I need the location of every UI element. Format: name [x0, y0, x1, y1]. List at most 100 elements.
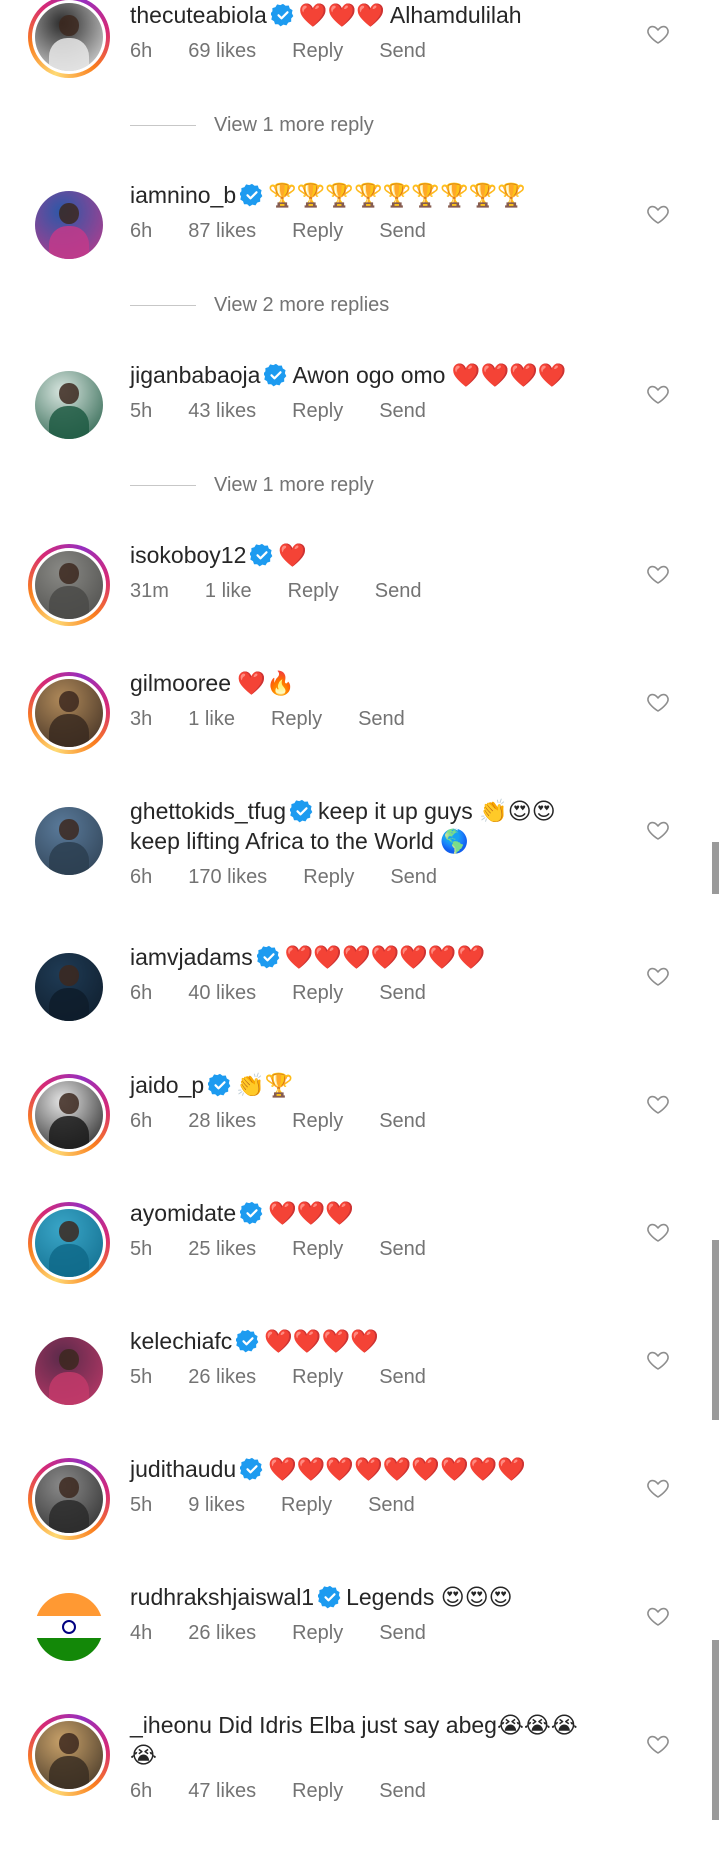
verified-badge-icon	[270, 3, 295, 27]
likes-count[interactable]: 26 likes	[188, 1366, 256, 1389]
likes-count[interactable]: 9 likes	[188, 1494, 245, 1517]
like-heart-icon[interactable]	[646, 22, 670, 46]
likes-count[interactable]: 28 likes	[188, 1110, 256, 1133]
send-button[interactable]: Send	[368, 1494, 415, 1517]
scrollbar-thumb[interactable]	[712, 1240, 719, 1420]
view-more-replies-button[interactable]: View 2 more replies	[130, 294, 389, 317]
reply-button[interactable]: Reply	[288, 580, 339, 603]
username-link[interactable]: _iheonu	[130, 1712, 212, 1738]
view-more-replies-label: View 2 more replies	[214, 294, 390, 316]
avatar[interactable]	[28, 1714, 110, 1796]
username-link[interactable]: iamvjadams	[130, 944, 253, 970]
reply-button[interactable]: Reply	[292, 40, 343, 63]
comment-time: 31m	[130, 580, 169, 602]
likes-count[interactable]: 69 likes	[188, 40, 256, 63]
username-link[interactable]: gilmooree	[130, 670, 231, 696]
verified-badge-icon	[239, 1201, 264, 1225]
username-link[interactable]: rudhrakshjaiswal1	[130, 1584, 314, 1610]
like-heart-icon[interactable]	[646, 202, 670, 226]
reply-button[interactable]: Reply	[292, 1622, 343, 1645]
send-button[interactable]: Send	[379, 1366, 426, 1389]
comment-row: ghettokids_tfug keep it up guys 👏😍😍 keep l…	[0, 796, 720, 956]
likes-count[interactable]: 25 likes	[188, 1238, 256, 1261]
comment-text: keep it up guys 👏😍😍	[318, 798, 556, 824]
like-heart-icon[interactable]	[646, 562, 670, 586]
username-link[interactable]: jaido_p	[130, 1072, 204, 1098]
like-heart-icon[interactable]	[646, 1348, 670, 1372]
like-heart-icon[interactable]	[646, 382, 670, 406]
username-link[interactable]: isokoboy12	[130, 542, 246, 568]
reply-button[interactable]: Reply	[281, 1494, 332, 1517]
send-button[interactable]: Send	[379, 1780, 426, 1803]
avatar[interactable]	[28, 672, 110, 754]
reply-button[interactable]: Reply	[303, 866, 354, 889]
comment-meta: 6h 40 likes Reply Send	[130, 982, 610, 1005]
send-button[interactable]: Send	[379, 1238, 426, 1261]
likes-count[interactable]: 170 likes	[188, 866, 267, 889]
like-heart-icon[interactable]	[646, 1732, 670, 1756]
like-heart-icon[interactable]	[646, 690, 670, 714]
comment-meta: 4h 26 likes Reply Send	[130, 1622, 610, 1645]
like-heart-icon[interactable]	[646, 1220, 670, 1244]
likes-count[interactable]: 26 likes	[188, 1622, 256, 1645]
comment-time: 5h	[130, 1494, 153, 1516]
username-link[interactable]: kelechiafc	[130, 1328, 232, 1354]
avatar[interactable]	[28, 0, 110, 78]
username-link[interactable]: thecuteabiola	[130, 2, 267, 28]
comment-time: 5h	[130, 1366, 153, 1388]
comment-time: 6h	[130, 1110, 153, 1132]
avatar[interactable]	[28, 1074, 110, 1156]
likes-count[interactable]: 1 like	[188, 708, 235, 731]
reply-button[interactable]: Reply	[292, 400, 343, 423]
comment-time: 5h	[130, 400, 153, 422]
username-link[interactable]: ghettokids_tfug	[130, 798, 286, 824]
reply-button[interactable]: Reply	[292, 220, 343, 243]
avatar[interactable]	[28, 1330, 110, 1412]
reply-button[interactable]: Reply	[292, 1238, 343, 1261]
username-link[interactable]: judithaudu	[130, 1456, 236, 1482]
comment-meta: 31m 1 like Reply Send	[130, 580, 610, 603]
send-button[interactable]: Send	[358, 708, 405, 731]
scrollbar-thumb[interactable]	[712, 1640, 719, 1820]
reply-button[interactable]: Reply	[271, 708, 322, 731]
likes-count[interactable]: 43 likes	[188, 400, 256, 423]
avatar[interactable]	[28, 1202, 110, 1284]
send-button[interactable]: Send	[379, 400, 426, 423]
like-heart-icon[interactable]	[646, 818, 670, 842]
avatar[interactable]	[28, 946, 110, 1028]
username-link[interactable]: jiganbabaoja	[130, 362, 260, 388]
comment-meta: 6h 87 likes Reply Send	[130, 220, 610, 243]
avatar[interactable]	[28, 1586, 110, 1668]
reply-button[interactable]: Reply	[292, 982, 343, 1005]
send-button[interactable]: Send	[379, 982, 426, 1005]
reply-button[interactable]: Reply	[292, 1780, 343, 1803]
view-more-replies-button[interactable]: View 1 more reply	[130, 474, 374, 497]
send-button[interactable]: Send	[375, 580, 422, 603]
scrollbar-thumb[interactable]	[712, 842, 719, 894]
likes-count[interactable]: 40 likes	[188, 982, 256, 1005]
avatar[interactable]	[28, 184, 110, 266]
view-more-replies-button[interactable]: View 1 more reply	[130, 114, 374, 137]
avatar[interactable]	[28, 544, 110, 626]
avatar[interactable]	[28, 800, 110, 882]
comment-meta: 3h 1 like Reply Send	[130, 708, 610, 731]
username-link[interactable]: ayomidate	[130, 1200, 236, 1226]
send-button[interactable]: Send	[390, 866, 437, 889]
like-heart-icon[interactable]	[646, 1604, 670, 1628]
send-button[interactable]: Send	[379, 40, 426, 63]
avatar[interactable]	[28, 1458, 110, 1540]
like-heart-icon[interactable]	[646, 1092, 670, 1116]
likes-count[interactable]: 47 likes	[188, 1780, 256, 1803]
likes-count[interactable]: 1 like	[205, 580, 252, 603]
send-button[interactable]: Send	[379, 220, 426, 243]
like-heart-icon[interactable]	[646, 1476, 670, 1500]
comment-text-continued: 😭	[130, 1742, 157, 1768]
send-button[interactable]: Send	[379, 1110, 426, 1133]
reply-button[interactable]: Reply	[292, 1366, 343, 1389]
reply-button[interactable]: Reply	[292, 1110, 343, 1133]
likes-count[interactable]: 87 likes	[188, 220, 256, 243]
avatar[interactable]	[28, 364, 110, 446]
send-button[interactable]: Send	[379, 1622, 426, 1645]
like-heart-icon[interactable]	[646, 964, 670, 988]
username-link[interactable]: iamnino_b	[130, 182, 236, 208]
